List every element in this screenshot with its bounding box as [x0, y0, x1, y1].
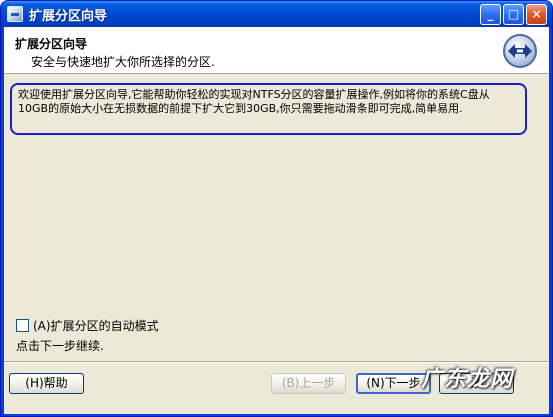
title-bar[interactable]: 扩展分区向导 _ □ × [1, 1, 552, 27]
header-subtitle: 安全与快速地扩大你所选择的分区. [31, 55, 215, 69]
close-button[interactable]: × [526, 4, 547, 25]
continue-hint: 点击下一步继续. [16, 339, 104, 353]
watermark-text: 广东龙网 [421, 367, 514, 392]
auto-mode-checkbox[interactable] [16, 319, 29, 332]
expand-arrows-icon [503, 34, 537, 68]
minimize-button[interactable]: _ [480, 4, 501, 25]
wizard-window: 扩展分区向导 _ □ × 扩展分区向导 安全与快速地扩大你所选择的分区. 欢迎使… [0, 0, 553, 417]
dialog-body: 扩展分区向导 安全与快速地扩大你所选择的分区. 欢迎使用扩展分区向导,它能帮助你… [4, 27, 549, 414]
header-title: 扩展分区向导 [15, 37, 88, 51]
next-button[interactable]: (N)下一步 [356, 373, 431, 394]
wizard-header: 扩展分区向导 安全与快速地扩大你所选择的分区. [4, 27, 549, 74]
description-box: 欢迎使用扩展分区向导,它能帮助你轻松的实现对NTFS分区的容量扩展操作,例如将你… [10, 83, 527, 135]
back-button[interactable]: (B)上一步 [271, 373, 346, 394]
help-button[interactable]: (H)帮助 [9, 373, 84, 394]
window-controls: _ □ × [480, 4, 547, 25]
auto-mode-option[interactable]: (A)扩展分区的自动模式 [16, 317, 159, 334]
auto-mode-label[interactable]: (A)扩展分区的自动模式 [33, 317, 159, 334]
maximize-button[interactable]: □ [503, 4, 524, 25]
window-title: 扩展分区向导 [29, 8, 108, 24]
app-icon [7, 6, 23, 22]
